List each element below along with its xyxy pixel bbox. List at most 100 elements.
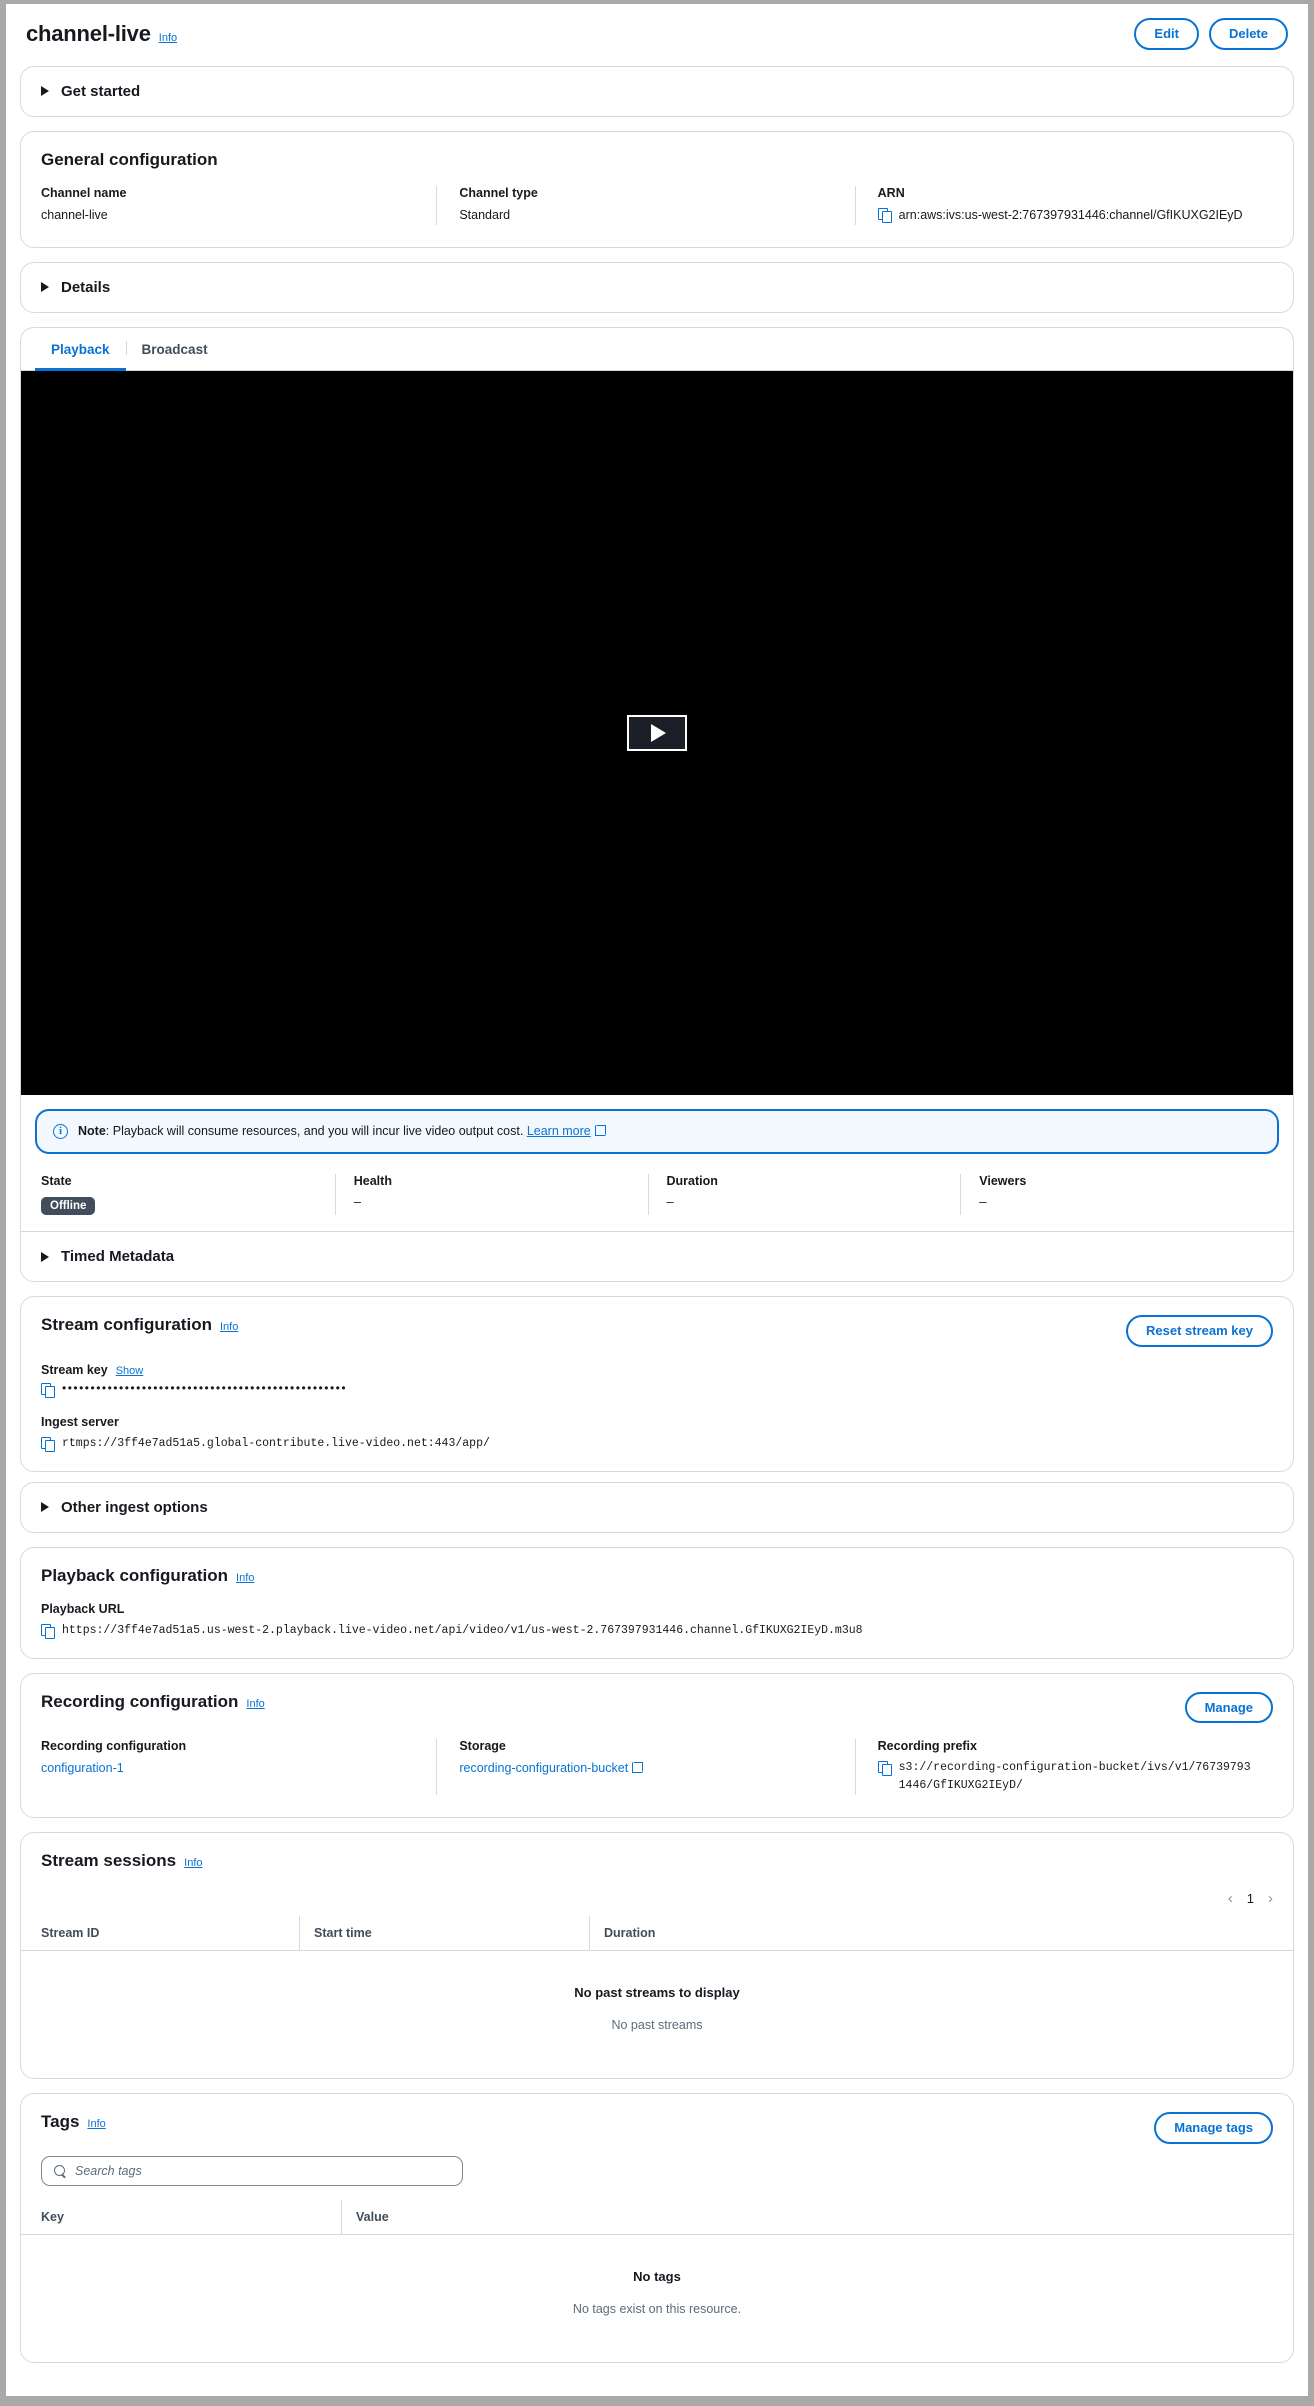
- learn-more-link[interactable]: Learn more: [527, 1124, 591, 1138]
- note-banner-wrap: i Note: Playback will consume resources,…: [21, 1095, 1293, 1167]
- player-card: Playback Broadcast i Note: Playback will…: [20, 327, 1294, 1283]
- status-strip: State Offline Health – Duration – Viewer…: [21, 1166, 1293, 1231]
- field-value: Standard: [459, 206, 832, 225]
- page-header: channel-live Info Edit Delete: [20, 4, 1294, 66]
- recording-configuration-link[interactable]: configuration-1: [41, 1761, 124, 1775]
- field-label: Channel type: [459, 186, 832, 200]
- field-label: Recording configuration: [41, 1739, 414, 1753]
- other-ingest-options-card: Other ingest options: [20, 1482, 1294, 1533]
- copy-icon[interactable]: [878, 1761, 891, 1775]
- get-started-card: Get started: [20, 66, 1294, 117]
- playback-configuration-header: Playback configuration Info: [21, 1548, 1293, 1592]
- edit-button[interactable]: Edit: [1134, 18, 1199, 50]
- stream-sessions-pagination: ‹ 1 ›: [21, 1877, 1293, 1916]
- column-header-value[interactable]: Value: [341, 2200, 1273, 2234]
- tags-table-header: Key Value: [21, 2200, 1293, 2235]
- tags-info-link[interactable]: Info: [87, 2118, 105, 2130]
- tags-card: Tags Info Manage tags Key Value No tags …: [20, 2093, 1294, 2363]
- column-header-start-time[interactable]: Start time: [299, 1916, 589, 1950]
- details-card: Details: [20, 262, 1294, 313]
- timed-metadata-toggle[interactable]: Timed Metadata: [21, 1231, 1293, 1281]
- stream-configuration-card: Stream configuration Info Reset stream k…: [20, 1296, 1294, 1471]
- tags-search-wrap: [21, 2150, 1293, 2200]
- status-badge: Offline: [41, 1197, 95, 1215]
- playback-configuration-info-link[interactable]: Info: [236, 1572, 254, 1584]
- status-label: Duration: [667, 1174, 943, 1188]
- reset-stream-key-button[interactable]: Reset stream key: [1126, 1315, 1273, 1347]
- field-label: Channel name: [41, 186, 414, 200]
- recording-configuration-fields: Recording configuration configuration-1 …: [21, 1729, 1293, 1817]
- column-header-key[interactable]: Key: [41, 2200, 341, 2234]
- field-label: Storage: [459, 1739, 832, 1753]
- external-link-icon: [632, 1762, 643, 1773]
- empty-subtitle: No past streams: [41, 2018, 1273, 2032]
- page-title: channel-live: [26, 21, 151, 47]
- details-toggle[interactable]: Details: [21, 263, 1293, 312]
- chevron-right-icon: [41, 282, 49, 292]
- column-header-stream-id[interactable]: Stream ID: [41, 1916, 299, 1950]
- field-storage: Storage recording-configuration-bucket: [436, 1739, 854, 1795]
- play-icon: [651, 724, 666, 742]
- stream-configuration-header: Stream configuration Info Reset stream k…: [21, 1297, 1293, 1353]
- recording-configuration-info-link[interactable]: Info: [246, 1698, 264, 1710]
- field-value: channel-live: [41, 206, 414, 225]
- storage-bucket-link[interactable]: recording-configuration-bucket: [459, 1761, 628, 1775]
- field-channel-name: Channel name channel-live: [41, 186, 436, 225]
- field-channel-type: Channel type Standard: [436, 186, 854, 225]
- chevron-right-icon: [41, 1252, 49, 1262]
- play-button[interactable]: [627, 715, 687, 751]
- playback-url-value: https://3ff4e7ad51a5.us-west-2.playback.…: [62, 1622, 863, 1640]
- column-header-duration[interactable]: Duration: [589, 1916, 1273, 1950]
- copy-icon[interactable]: [878, 208, 891, 222]
- manage-recording-button[interactable]: Manage: [1185, 1692, 1273, 1724]
- field-value: arn:aws:ivs:us-west-2:767397931446:chann…: [899, 206, 1243, 225]
- chevron-right-icon: [41, 1502, 49, 1512]
- delete-button[interactable]: Delete: [1209, 18, 1288, 50]
- stream-key-show-link[interactable]: Show: [116, 1365, 144, 1377]
- get-started-label: Get started: [61, 83, 140, 100]
- get-started-toggle[interactable]: Get started: [21, 67, 1293, 116]
- playback-configuration-title: Playback configuration: [41, 1566, 228, 1586]
- stream-configuration-info-link[interactable]: Info: [220, 1321, 238, 1333]
- search-tags-input[interactable]: [75, 2164, 450, 2178]
- other-ingest-options-toggle[interactable]: Other ingest options: [21, 1483, 1293, 1532]
- stream-sessions-header: Stream sessions Info: [21, 1833, 1293, 1877]
- recording-prefix-value: s3://recording-configuration-bucket/ivs/…: [899, 1759, 1251, 1795]
- copy-icon[interactable]: [41, 1383, 54, 1397]
- field-label: ARN: [878, 186, 1251, 200]
- copy-icon[interactable]: [41, 1437, 54, 1451]
- pagination-page-1[interactable]: 1: [1247, 1891, 1254, 1906]
- field-arn: ARN arn:aws:ivs:us-west-2:767397931446:c…: [855, 186, 1273, 225]
- chevron-right-icon: [41, 86, 49, 96]
- search-icon: [54, 2165, 66, 2177]
- header-info-link[interactable]: Info: [159, 32, 177, 44]
- copy-icon[interactable]: [41, 1624, 54, 1638]
- tags-header: Tags Info Manage tags: [21, 2094, 1293, 2150]
- stream-sessions-title: Stream sessions: [41, 1851, 176, 1871]
- tab-playback[interactable]: Playback: [35, 328, 126, 371]
- status-label: Viewers: [979, 1174, 1255, 1188]
- tab-broadcast[interactable]: Broadcast: [126, 328, 224, 371]
- status-duration: Duration –: [648, 1174, 961, 1215]
- field-recording-prefix: Recording prefix s3://recording-configur…: [855, 1739, 1273, 1795]
- status-value: –: [354, 1194, 630, 1209]
- field-label: Recording prefix: [878, 1739, 1251, 1753]
- empty-title: No past streams to display: [41, 1985, 1273, 2000]
- manage-tags-button[interactable]: Manage tags: [1154, 2112, 1273, 2144]
- ingest-server-field: Ingest server rtmps://3ff4e7ad51a5.globa…: [21, 1397, 1293, 1471]
- tags-search-box[interactable]: [41, 2156, 463, 2186]
- other-ingest-options-label: Other ingest options: [61, 1499, 208, 1516]
- general-configuration-card: General configuration Channel name chann…: [20, 131, 1294, 248]
- recording-configuration-card: Recording configuration Info Manage Reco…: [20, 1673, 1294, 1818]
- recording-configuration-title: Recording configuration: [41, 1692, 238, 1712]
- header-actions: Edit Delete: [1134, 18, 1288, 50]
- pagination-prev-button[interactable]: ‹: [1228, 1891, 1233, 1906]
- stream-sessions-info-link[interactable]: Info: [184, 1857, 202, 1869]
- status-value: –: [667, 1194, 943, 1209]
- stream-sessions-empty-state: No past streams to display No past strea…: [21, 1951, 1293, 2078]
- video-player[interactable]: [21, 371, 1293, 1095]
- stream-sessions-table-header: Stream ID Start time Duration: [21, 1916, 1293, 1951]
- empty-subtitle: No tags exist on this resource.: [41, 2302, 1273, 2316]
- field-recording-configuration: Recording configuration configuration-1: [41, 1739, 436, 1795]
- pagination-next-button[interactable]: ›: [1268, 1891, 1273, 1906]
